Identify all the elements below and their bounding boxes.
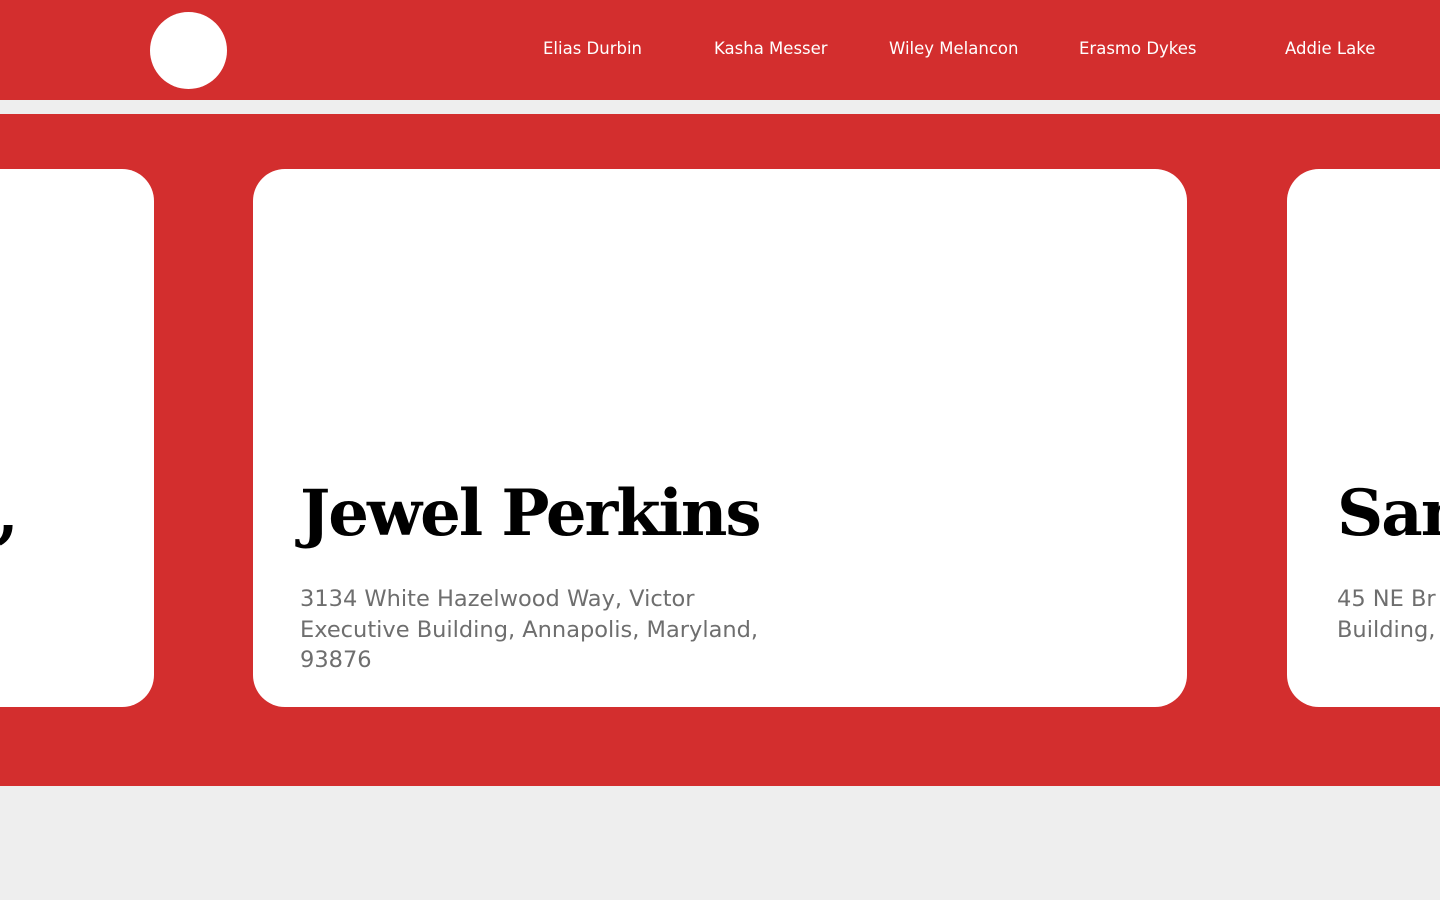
nav-link-elias-durbin[interactable]: Elias Durbin	[543, 39, 642, 59]
carousel-card-next[interactable]: Sam 45 NE Br Building,	[1287, 169, 1440, 707]
card-address: 45 NE Br Building,	[1337, 586, 1436, 643]
site-header: Elias Durbin Kasha Messer Wiley Melancon…	[0, 0, 1440, 100]
card-name: Sam	[1337, 476, 1440, 551]
card-name: n,	[0, 474, 19, 554]
carousel-card-previous[interactable]: n,	[0, 169, 154, 707]
nav-link-erasmo-dykes[interactable]: Erasmo Dykes	[1079, 39, 1197, 59]
logo-circle[interactable]	[150, 12, 227, 89]
nav-link-addie-lake[interactable]: Addie Lake	[1285, 39, 1375, 59]
nav-link-kasha-messer[interactable]: Kasha Messer	[714, 39, 828, 59]
card-name: Jewel Perkins	[300, 476, 761, 551]
nav-link-wiley-melancon[interactable]: Wiley Melancon	[889, 39, 1018, 59]
card-carousel: n, Jewel Perkins 3134 White Hazelwood Wa…	[0, 114, 1440, 786]
card-address: 3134 White Hazelwood Way, Victor Executi…	[300, 586, 759, 673]
carousel-card-current[interactable]: Jewel Perkins 3134 White Hazelwood Way, …	[253, 169, 1187, 707]
